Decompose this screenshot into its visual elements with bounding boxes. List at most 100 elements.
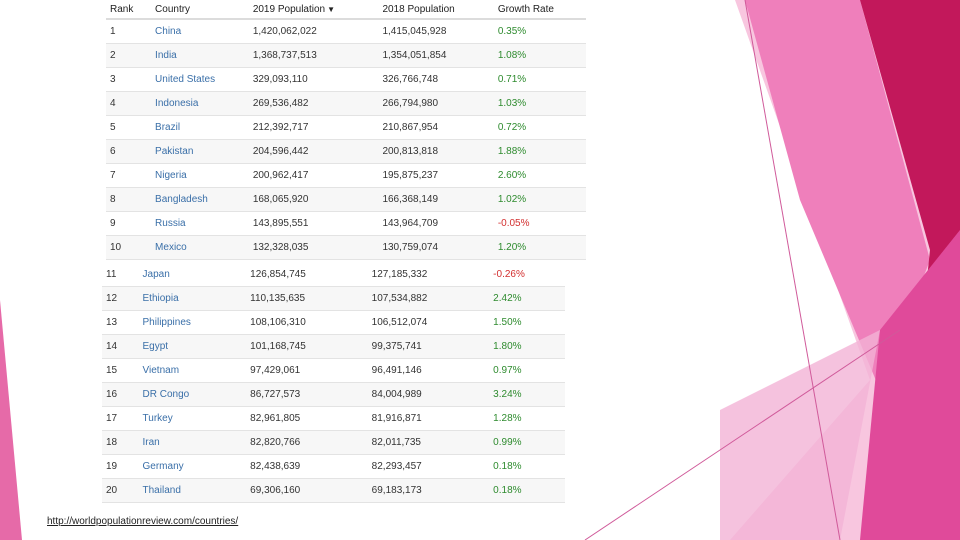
population-2019-cell: 82,961,805 [246, 406, 368, 431]
table-row: 17 Turkey 82,961,805 81,916,871 1.28% [102, 406, 565, 431]
population-2019-cell: 86,727,573 [246, 382, 368, 407]
header-growth-rate[interactable]: Growth Rate [493, 0, 586, 20]
population-2019-cell: 108,106,310 [246, 310, 368, 335]
table-row: 9 Russia 143,895,551 143,964,709 -0.05% [106, 211, 586, 236]
country-link[interactable]: Ethiopia [138, 286, 247, 311]
country-link[interactable]: Brazil [151, 115, 249, 140]
population-2018-cell: 266,794,980 [378, 91, 494, 116]
sort-desc-icon[interactable]: ▼ [327, 5, 335, 14]
population-2019-cell: 110,135,635 [246, 286, 368, 311]
growth-rate-cell: 0.35% [493, 19, 586, 44]
population-2018-cell: 210,867,954 [378, 115, 494, 140]
table-row: 15 Vietnam 97,429,061 96,491,146 0.97% [102, 358, 565, 383]
growth-rate-cell: 0.71% [493, 67, 586, 92]
growth-rate-cell: 1.20% [493, 235, 586, 260]
country-link[interactable]: Thailand [138, 478, 247, 503]
rank-cell: 4 [106, 91, 152, 116]
growth-rate-cell: 1.28% [489, 406, 565, 431]
header-rank[interactable]: Rank [106, 0, 152, 20]
country-link[interactable]: India [151, 43, 249, 68]
country-link[interactable]: Egypt [138, 334, 247, 359]
population-2019-cell: 132,328,035 [248, 235, 379, 260]
growth-rate-cell: 0.97% [489, 358, 565, 383]
growth-rate-cell: 0.18% [489, 478, 565, 503]
country-link[interactable]: Turkey [138, 406, 247, 431]
country-link[interactable]: Japan [138, 263, 247, 287]
rank-cell: 16 [102, 382, 139, 407]
country-link[interactable]: United States [151, 67, 249, 92]
population-2018-cell: 200,813,818 [378, 139, 494, 164]
population-2019-cell: 200,962,417 [248, 163, 379, 188]
table-body-top: 1 China 1,420,062,022 1,415,045,928 0.35% 2 In… [106, 19, 586, 260]
country-link[interactable]: Vietnam [138, 358, 247, 383]
population-2019-cell: 1,368,737,513 [248, 43, 379, 68]
population-2019-cell: 1,420,062,022 [248, 19, 379, 44]
country-link[interactable]: China [151, 19, 249, 44]
table-row: 8 Bangladesh 168,065,920 166,368,149 1.02% [106, 187, 586, 212]
population-2018-cell: 69,183,173 [367, 478, 490, 503]
population-2018-cell: 1,354,051,854 [378, 43, 494, 68]
rank-cell: 20 [102, 478, 139, 503]
population-2019-cell: 97,429,061 [246, 358, 368, 383]
population-2019-cell: 269,536,482 [248, 91, 379, 116]
table-row: 20 Thailand 69,306,160 69,183,173 0.18% [102, 478, 565, 503]
rank-cell: 9 [106, 211, 152, 236]
table-row: 12 Ethiopia 110,135,635 107,534,882 2.42% [102, 286, 565, 311]
growth-rate-cell: -0.26% [489, 263, 565, 287]
growth-rate-cell: 3.24% [489, 382, 565, 407]
rank-cell: 14 [102, 334, 139, 359]
country-link[interactable]: Philippines [138, 310, 247, 335]
country-link[interactable]: Iran [138, 430, 247, 455]
country-link[interactable]: Bangladesh [151, 187, 249, 212]
population-2019-cell: 329,093,110 [248, 67, 379, 92]
header-2019-population-label: 2019 Population [252, 3, 326, 15]
country-link[interactable]: Indonesia [151, 91, 249, 116]
population-2018-cell: 143,964,709 [378, 211, 494, 236]
table-row: 19 Germany 82,438,639 82,293,457 0.18% [102, 454, 565, 479]
population-2019-cell: 168,065,920 [248, 187, 379, 212]
growth-rate-cell: 0.72% [493, 115, 586, 140]
population-2018-cell: 127,185,332 [367, 263, 490, 287]
population-table-top: Rank Country 2019 Population ▼ 2018 Popul… [106, 0, 586, 260]
country-link[interactable]: Pakistan [151, 139, 249, 164]
rank-cell: 11 [102, 263, 139, 287]
growth-rate-cell: 0.99% [489, 430, 565, 455]
population-2019-cell: 82,820,766 [246, 430, 368, 455]
table-row: 3 United States 329,093,110 326,766,748 0.71… [106, 67, 586, 92]
rank-cell: 18 [102, 430, 139, 455]
population-2019-cell: 82,438,639 [246, 454, 368, 479]
country-link[interactable]: Germany [138, 454, 247, 479]
growth-rate-cell: -0.05% [493, 211, 586, 236]
growth-rate-cell: 2.60% [493, 163, 586, 188]
population-2018-cell: 130,759,074 [378, 235, 494, 260]
rank-cell: 3 [106, 67, 152, 92]
growth-rate-cell: 2.42% [489, 286, 565, 311]
source-link[interactable]: http://worldpopulationreview.com/countri… [47, 516, 238, 527]
country-link[interactable]: Nigeria [151, 163, 249, 188]
population-2018-cell: 326,766,748 [378, 67, 494, 92]
header-country[interactable]: Country [151, 0, 249, 20]
rank-cell: 12 [102, 286, 139, 311]
table-header-row: Rank Country 2019 Population ▼ 2018 Popul… [106, 0, 586, 20]
population-2018-cell: 82,011,735 [367, 430, 490, 455]
population-2018-cell: 84,004,989 [367, 382, 490, 407]
growth-rate-cell: 1.80% [489, 334, 565, 359]
growth-rate-cell: 0.18% [489, 454, 565, 479]
population-2018-cell: 1,415,045,928 [378, 19, 494, 44]
growth-rate-cell: 1.02% [493, 187, 586, 212]
country-link[interactable]: DR Congo [138, 382, 247, 407]
table-row: 4 Indonesia 269,536,482 266,794,980 1.03% [106, 91, 586, 116]
growth-rate-cell: 1.50% [489, 310, 565, 335]
table-row: 6 Pakistan 204,596,442 200,813,818 1.88% [106, 139, 586, 164]
rank-cell: 15 [102, 358, 139, 383]
country-link[interactable]: Mexico [151, 235, 249, 260]
population-2018-cell: 82,293,457 [367, 454, 490, 479]
table-row: 13 Philippines 108,106,310 106,512,074 1.50% [102, 310, 565, 335]
left-pink-sliver [0, 300, 22, 540]
header-2018-population[interactable]: 2018 Population [378, 0, 494, 20]
population-2018-cell: 166,368,149 [378, 187, 494, 212]
country-link[interactable]: Russia [151, 211, 249, 236]
header-2019-population[interactable]: 2019 Population ▼ [248, 0, 379, 20]
table-row: 1 China 1,420,062,022 1,415,045,928 0.35% [106, 19, 586, 44]
population-2019-cell: 212,392,717 [248, 115, 379, 140]
